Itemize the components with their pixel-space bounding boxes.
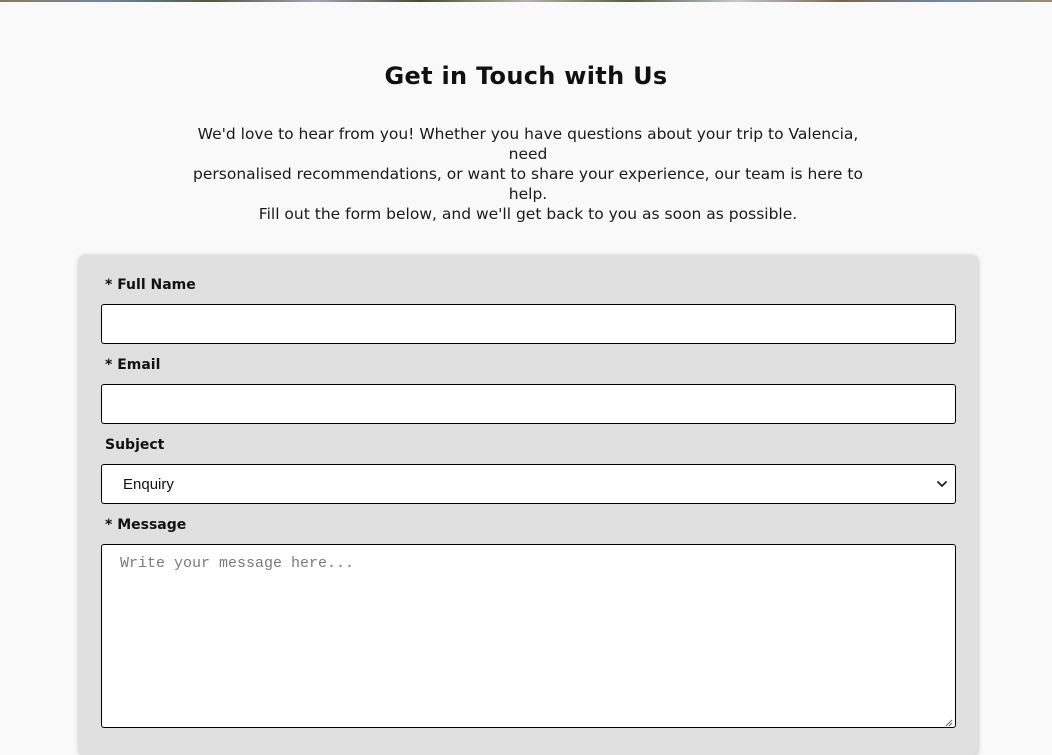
email-label: * Email bbox=[105, 357, 161, 373]
message-textarea[interactable]: Write your message here... bbox=[101, 544, 956, 728]
page-title: Get in Touch with Us bbox=[384, 62, 668, 90]
subject-select[interactable]: Enquiry bbox=[101, 464, 956, 504]
email-input[interactable] bbox=[101, 384, 956, 424]
subject-selected-value: Enquiry bbox=[123, 475, 174, 493]
resize-handle-icon[interactable] bbox=[943, 715, 953, 727]
contact-form: * Full Name * Email Subject Enquiry * Me… bbox=[79, 255, 978, 755]
subject-label: Subject bbox=[105, 437, 165, 453]
intro-line: We'd love to hear from you! Whether you … bbox=[197, 125, 859, 163]
message-label: * Message bbox=[105, 517, 187, 533]
intro-line: Fill out the form below, and we'll get b… bbox=[258, 205, 798, 223]
intro-line: personalised recommendations, or want to… bbox=[193, 165, 863, 203]
intro-paragraph: We'd love to hear from you! Whether you … bbox=[176, 124, 880, 224]
message-placeholder: Write your message here... bbox=[120, 555, 355, 572]
full-name-label: * Full Name bbox=[105, 277, 196, 293]
full-name-input[interactable] bbox=[101, 304, 956, 344]
chevron-down-icon bbox=[937, 479, 947, 489]
hero-image-edge bbox=[0, 0, 1052, 2]
